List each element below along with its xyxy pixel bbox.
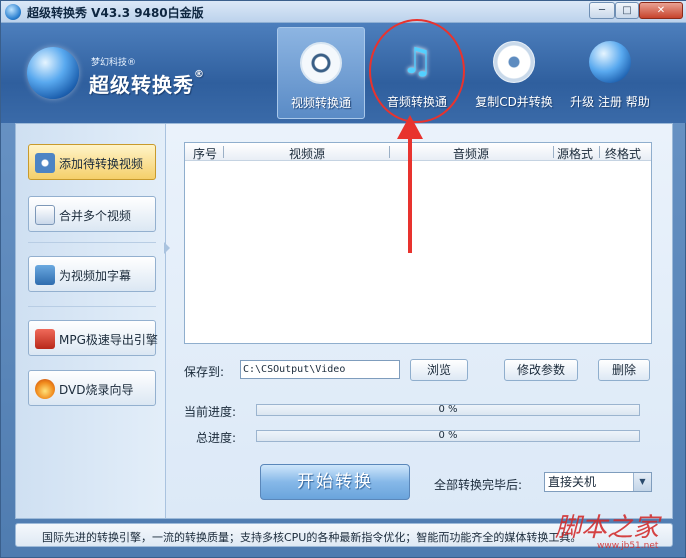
subtitle-icon: [35, 265, 55, 285]
close-button[interactable]: ✕: [639, 2, 683, 19]
add-video-button[interactable]: 添加待转换视频: [28, 144, 156, 180]
dvd-burn-icon: [35, 379, 55, 399]
column-index[interactable]: 序号: [193, 145, 217, 162]
divider: [28, 306, 156, 307]
column-divider: [553, 146, 554, 158]
current-progress-bar: 0 %: [256, 404, 640, 416]
after-complete-label: 全部转换完毕后:: [434, 478, 523, 492]
merge-video-button[interactable]: 合并多个视频: [28, 196, 156, 232]
modify-params-button[interactable]: 修改参数: [504, 359, 578, 381]
main-panel: 添加待转换视频 合并多个视频 为视频加字幕 MPG极速导出引擎 DVD烧录向导: [15, 123, 673, 519]
add-subtitle-button[interactable]: 为视频加字幕: [28, 256, 156, 292]
app-icon: [5, 4, 21, 20]
tab-copy-cd[interactable]: 复制CD并转换: [469, 27, 559, 119]
column-divider: [599, 146, 600, 158]
cd-disc-icon: [493, 41, 535, 83]
upgrade-label: 升级 注册 帮助: [570, 95, 650, 109]
brand-subtitle: 梦幻科技®: [91, 58, 137, 68]
minimize-button[interactable]: ─: [589, 2, 615, 19]
brand-name: 超级转换秀®: [89, 69, 205, 97]
annotation-arrow: [408, 137, 412, 253]
table-header: 序号 视频源 音频源 源格式 终格式: [185, 143, 651, 161]
mpg-export-icon: [35, 329, 55, 349]
tab-label: 视频转换通: [290, 96, 351, 110]
output-path-input[interactable]: C:\CSOutput\Video: [240, 360, 400, 379]
save-to-label: 保存到:: [184, 365, 225, 379]
column-target-format[interactable]: 终格式: [605, 145, 641, 162]
progress-text: 0 %: [438, 430, 458, 441]
title-bar: 超级转换秀 V43.3 9480白金版 ─ □ ✕: [1, 1, 686, 23]
header: 梦幻科技® 超级转换秀® 视频转换通 ♫ 音频转换通 复制CD并转换 升级 注册…: [1, 23, 686, 123]
divider: [28, 242, 156, 243]
logo-icon: [27, 47, 79, 99]
annotation-circle: [369, 19, 465, 123]
chevron-down-icon[interactable]: ▼: [633, 473, 651, 491]
progress-text: 0 %: [438, 404, 458, 415]
start-convert-button[interactable]: 开始转换: [260, 464, 410, 500]
status-text: 国际先进的转换引擎，一流的转换质量；支持多核CPU的各种最新指令优化；智能而功能…: [42, 531, 582, 544]
add-video-icon: [35, 153, 55, 173]
total-progress-label: 总进度:: [196, 431, 237, 445]
sidebar-pointer: [164, 242, 170, 254]
tab-video-convert[interactable]: 视频转换通: [277, 27, 365, 119]
annotation-arrow-head: [397, 115, 423, 139]
current-progress-label: 当前进度:: [184, 405, 237, 419]
upgrade-register-help[interactable]: 升级 注册 帮助: [565, 27, 655, 119]
tab-label: 复制CD并转换: [475, 95, 553, 109]
column-video-source[interactable]: 视频源: [289, 145, 325, 162]
maximize-button[interactable]: □: [615, 2, 639, 19]
film-reel-icon: [300, 42, 342, 84]
mpg-export-button[interactable]: MPG极速导出引擎: [28, 320, 158, 356]
merge-video-icon: [35, 205, 55, 225]
browse-button[interactable]: 浏览: [410, 359, 468, 381]
dvd-burn-button[interactable]: DVD烧录向导: [28, 370, 156, 406]
globe-icon: [589, 41, 631, 83]
sidebar: 添加待转换视频 合并多个视频 为视频加字幕 MPG极速导出引擎 DVD烧录向导: [16, 124, 166, 518]
column-source-format[interactable]: 源格式: [557, 145, 593, 162]
after-complete-select[interactable]: 直接关机 ▼: [544, 472, 652, 492]
column-divider: [389, 146, 390, 158]
column-audio-source[interactable]: 音频源: [453, 145, 489, 162]
watermark-url: www.jb51.net: [597, 541, 659, 551]
watermark-logo: 脚本之家: [555, 513, 660, 543]
total-progress-bar: 0 %: [256, 430, 640, 442]
app-window: 超级转换秀 V43.3 9480白金版 ─ □ ✕ 梦幻科技® 超级转换秀® 视…: [0, 0, 686, 558]
file-list-table[interactable]: 序号 视频源 音频源 源格式 终格式: [184, 142, 652, 344]
column-divider: [223, 146, 224, 158]
window-title: 超级转换秀 V43.3 9480白金版: [27, 6, 204, 20]
delete-button[interactable]: 删除: [598, 359, 650, 381]
